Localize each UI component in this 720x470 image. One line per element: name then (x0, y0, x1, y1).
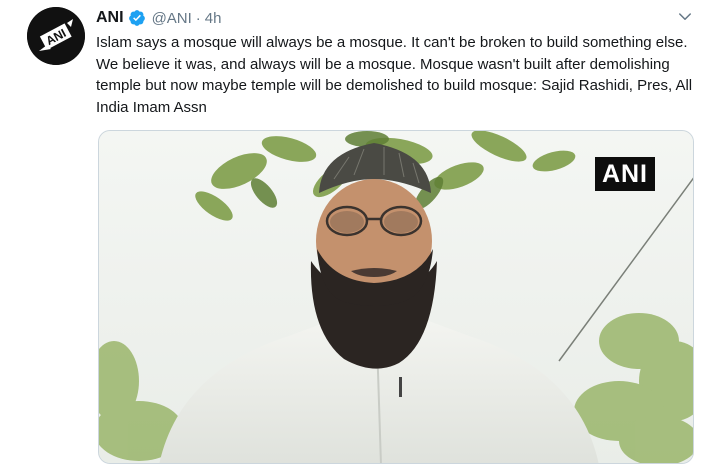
tweet-card[interactable]: ANI ANI @ANI · 4h Islam says a mosque wi… (0, 0, 720, 470)
tweet-media[interactable]: ANI (98, 130, 694, 464)
ani-logo-icon: ANI (27, 7, 85, 65)
separator-dot: · (195, 9, 201, 27)
tweet-header: ANI @ANI · 4h (96, 8, 221, 28)
timestamp[interactable]: 4h (205, 10, 222, 27)
author-handle[interactable]: @ANI (152, 10, 192, 27)
display-name[interactable]: ANI (96, 9, 124, 27)
avatar[interactable]: ANI (27, 7, 85, 65)
tweet-text: Islam says a mosque will always be a mos… (96, 34, 693, 116)
chevron-down-icon[interactable] (676, 8, 694, 26)
ani-watermark: ANI (594, 157, 655, 191)
verified-badge-icon (128, 9, 146, 27)
